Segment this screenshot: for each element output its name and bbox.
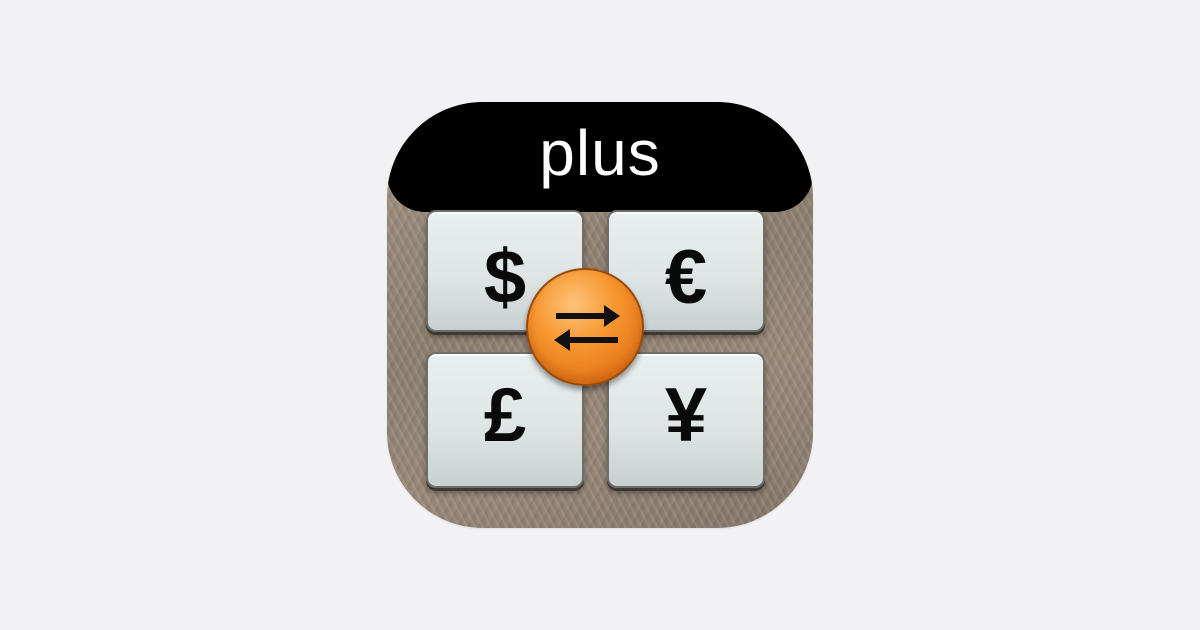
- dollar-symbol: $: [483, 235, 527, 320]
- app-icon[interactable]: plus $ € £ ¥: [387, 102, 813, 528]
- yen-key: ¥: [607, 352, 765, 488]
- banner-label: plus: [539, 117, 661, 189]
- euro-symbol: €: [664, 235, 708, 320]
- swap-button: [526, 268, 644, 386]
- page-canvas: plus $ € £ ¥: [0, 0, 1200, 630]
- pound-symbol: £: [483, 373, 527, 458]
- top-banner: plus: [387, 102, 813, 212]
- yen-symbol: ¥: [664, 373, 708, 458]
- swap-arrows-icon: [554, 305, 620, 351]
